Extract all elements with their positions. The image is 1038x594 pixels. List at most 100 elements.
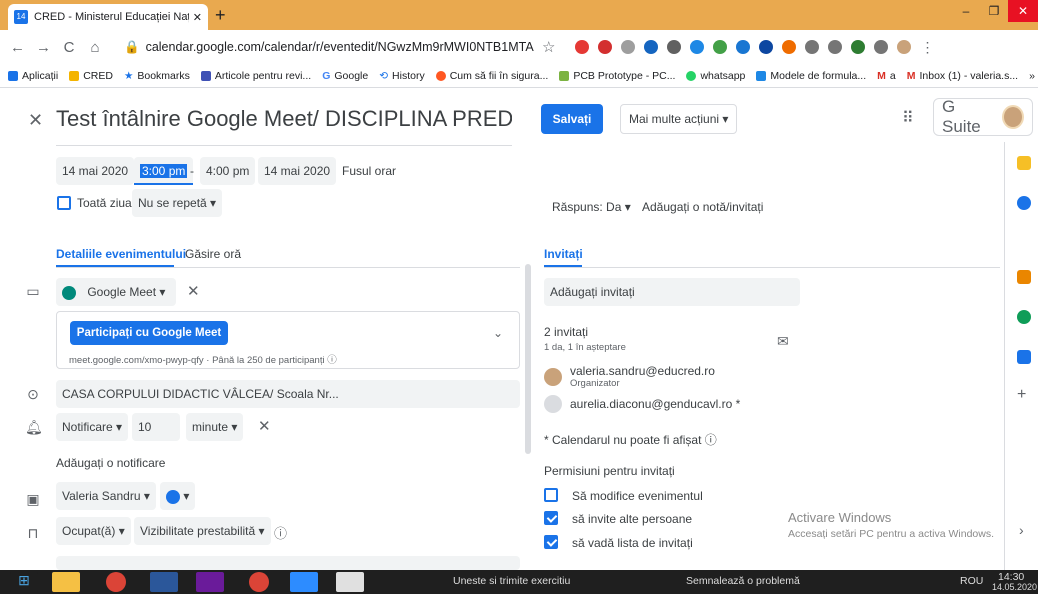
file-explorer-icon[interactable] [52, 572, 80, 592]
bookmark-articole[interactable]: Articole pentru revi... [200, 70, 311, 82]
availability-dropdown[interactable]: Ocupat(ă) ▾ [56, 517, 131, 545]
email-guests-icon[interactable]: ✉ [777, 333, 789, 350]
tasks-icon[interactable] [1017, 196, 1031, 210]
tab-event-details[interactable]: Detaliile evenimentului [56, 247, 186, 261]
remove-conference-icon[interactable]: ✕ [187, 282, 200, 300]
timezone-link[interactable]: Fusul orar [342, 164, 396, 178]
windows-start-icon[interactable]: ⊞ [10, 572, 38, 592]
extension-icon[interactable] [759, 40, 774, 54]
pdf-icon[interactable] [196, 572, 224, 592]
visibility-dropdown[interactable]: Vizibilitate prestabilită ▾ [134, 517, 271, 545]
gsuite-account[interactable]: G Suite [933, 97, 1033, 136]
minimize-icon[interactable]: – [952, 0, 980, 22]
permission-invite-checkbox[interactable] [544, 511, 558, 525]
chevron-down-icon[interactable]: ⌄ [493, 326, 503, 340]
bookmark-history[interactable]: ⟲ History [379, 70, 424, 82]
extension-icon[interactable] [851, 40, 866, 54]
bookmark-gmail-a[interactable]: Ma [877, 70, 896, 82]
bookmark-google[interactable]: G Google [322, 70, 368, 82]
add-notification-link[interactable]: Adăugați o notificare [56, 456, 165, 470]
extension-icon[interactable] [713, 40, 728, 54]
bookmarks-overflow[interactable]: » [1029, 70, 1035, 82]
help-icon[interactable]: ⓘ [274, 523, 287, 542]
forward-icon[interactable]: → [36, 39, 51, 56]
word-icon[interactable] [150, 572, 178, 592]
profile-avatar[interactable] [897, 40, 912, 54]
restore-icon[interactable]: ❐ [980, 0, 1008, 22]
add-addon-icon[interactable]: + [1017, 386, 1026, 404]
back-icon[interactable]: ← [10, 39, 25, 56]
menu-icon[interactable]: ⋮ [920, 39, 934, 56]
keep-icon[interactable] [1017, 156, 1031, 170]
reload-icon[interactable]: C [62, 39, 76, 56]
meet-link[interactable]: meet.google.com/xmo-pwyp-qfy · Până la 2… [69, 352, 337, 366]
add-guests-input[interactable]: Adăugați invitați [544, 278, 800, 306]
bookmark-cred[interactable]: CRED [69, 70, 113, 82]
location-input[interactable]: CASA CORPULUI DIDACTIC VÂLCEA/ Scoala Nr… [56, 380, 520, 408]
save-button[interactable]: Salvați [541, 104, 603, 134]
close-tab-icon[interactable]: ✕ [193, 11, 202, 24]
permission-modify-checkbox[interactable] [544, 488, 558, 502]
bookmark-bookmarks[interactable]: ★ Bookmarks [124, 70, 190, 82]
apps-grid-icon[interactable]: ⠿ [902, 108, 914, 128]
guest-row[interactable]: aurelia.diaconu@genducavl.ro * [544, 395, 740, 413]
snipping-tool-icon[interactable] [336, 572, 364, 592]
tab-guests[interactable]: Invitați [544, 247, 583, 261]
extension-icon[interactable] [828, 40, 843, 54]
extension-icon[interactable] [805, 40, 820, 54]
bookmark-pcb[interactable]: PCB Prototype - PC... [559, 70, 675, 82]
language-indicator[interactable]: ROU [960, 575, 983, 587]
bookmark-modele[interactable]: Modele de formula... [756, 70, 866, 82]
scrollbar[interactable] [525, 264, 531, 454]
extension-icon[interactable] [598, 40, 613, 54]
end-time-field[interactable]: 4:00 pm [200, 157, 256, 185]
conference-dropdown[interactable]: Google Meet ▾ [56, 278, 176, 306]
extension-icon[interactable] [874, 40, 889, 54]
help-icon[interactable]: ⓘ [327, 355, 337, 366]
response-dropdown[interactable]: Răspuns: Da ▾ [546, 193, 637, 221]
taskbar-title[interactable]: Uneste si trimite exercitiu [453, 575, 570, 587]
description-field[interactable] [56, 556, 520, 570]
bookmark-cum[interactable]: Cum să fii în sigura... [435, 70, 548, 82]
chrome-icon[interactable] [249, 572, 269, 592]
zoom-icon[interactable] [1017, 350, 1031, 364]
chrome-icon[interactable] [106, 572, 126, 592]
close-window-icon[interactable]: ✕ [1008, 0, 1038, 22]
extension-icon[interactable] [690, 40, 705, 54]
permission-see-list-checkbox[interactable] [544, 535, 558, 549]
calendar-owner-dropdown[interactable]: Valeria Sandru ▾ [56, 482, 156, 510]
bookmark-apps[interactable]: Aplicații [8, 70, 58, 82]
extension-icon[interactable] [621, 40, 636, 54]
addon-icon[interactable] [1017, 270, 1031, 284]
notification-unit-dropdown[interactable]: minute ▾ [186, 413, 244, 441]
chevron-right-icon[interactable]: › [1019, 522, 1024, 538]
guest-row[interactable]: valeria.sandru@educred.ro Organizator [544, 364, 715, 389]
notification-value-input[interactable]: 10 [132, 413, 180, 441]
home-icon[interactable]: ⌂ [88, 39, 102, 56]
end-date-field[interactable]: 14 mai 2020 [258, 157, 337, 185]
clock-date[interactable]: 14.05.2020 [992, 582, 1037, 592]
extension-icon[interactable] [644, 40, 659, 54]
all-day-checkbox[interactable] [57, 196, 71, 210]
new-tab-icon[interactable]: + [215, 5, 226, 26]
bookmark-star-icon[interactable]: ☆ [542, 38, 555, 56]
tab-find-time[interactable]: Găsire oră [185, 247, 241, 261]
zoom-app-icon[interactable] [290, 572, 318, 592]
event-title-input[interactable]: Test întâlnire Google Meet/ DISCIPLINA P… [56, 106, 512, 146]
close-event-icon[interactable]: ✕ [28, 110, 43, 131]
addon-icon[interactable] [1017, 310, 1031, 324]
extension-icon[interactable] [575, 40, 590, 54]
join-meet-button[interactable]: Participați cu Google Meet [70, 321, 228, 345]
bookmark-whatsapp[interactable]: whatsapp [686, 70, 745, 82]
bookmark-inbox[interactable]: M Inbox (1) - valeria.s... [907, 70, 1018, 82]
more-actions-button[interactable]: Mai multe acțiuni ▾ [620, 104, 738, 134]
add-note-link[interactable]: Adăugați o notă/invitați [642, 200, 763, 214]
remove-notification-icon[interactable]: ✕ [258, 417, 271, 435]
extension-icon[interactable] [667, 40, 682, 54]
url-input[interactable]: 🔒 calendar.google.com/calendar/r/eventedi… [114, 35, 534, 59]
repeat-dropdown[interactable]: Nu se repetă ▾ [132, 189, 223, 217]
help-icon[interactable]: ⓘ [705, 433, 717, 447]
report-problem[interactable]: Semnalează o problemă [686, 575, 800, 587]
browser-tab[interactable]: 14 CRED - Ministerul Educației Națio ✕ [8, 4, 208, 30]
notification-type-dropdown[interactable]: Notificare ▾ [56, 413, 129, 441]
